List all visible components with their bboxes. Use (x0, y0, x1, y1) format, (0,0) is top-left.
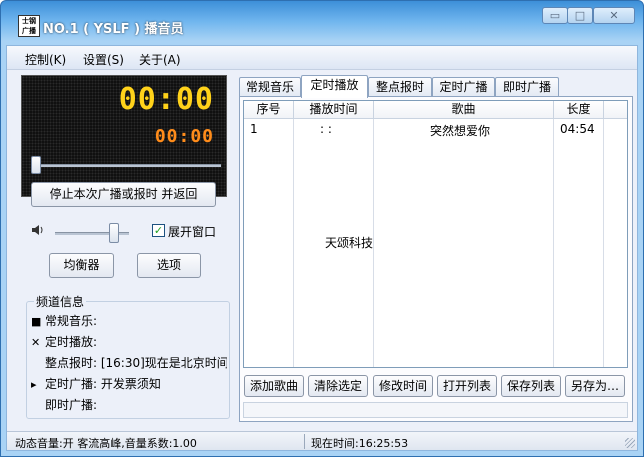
tab-instant-broadcast[interactable]: 即时广播 (495, 77, 559, 97)
tab-hourly-chime[interactable]: 整点报时 (368, 77, 432, 97)
volume-slider-thumb[interactable] (109, 223, 120, 243)
expand-window-label: 展开窗口 (168, 225, 217, 239)
led-main-time: 00:00 (118, 82, 214, 117)
channel-row-instant-broadcast: 即时广播: (45, 398, 98, 412)
status-clock: 现在时间:16:25:53 (311, 437, 409, 450)
resize-grip-icon[interactable] (625, 438, 635, 448)
led-time-display: 00:00 00:00 (21, 75, 227, 197)
led-sub-time: 00:00 (154, 126, 214, 147)
expand-window-checkbox[interactable]: ✓ (152, 224, 165, 237)
row-length: 04:54 (560, 122, 595, 136)
maximize-button[interactable]: □ (567, 7, 593, 24)
window-title: NO.1 ( YSLF ) 播音员 (43, 22, 184, 37)
menu-control[interactable]: 控制(K) (25, 51, 66, 68)
column-header-index[interactable]: 序号 (244, 101, 294, 119)
row-song: 突然想爱你 (430, 124, 491, 138)
schedule-list[interactable]: 序号 播放时间 歌曲 长度 1 : : 突然想爱你 04:54 天颂科技 (243, 100, 628, 368)
status-bar: 动态音量:开 客流高峰,音量系数:1.00 现在时间:16:25:53 (7, 431, 637, 450)
minimize-button[interactable]: ▭ (542, 7, 568, 24)
column-header-time[interactable]: 播放时间 (294, 101, 374, 119)
speaker-icon (32, 225, 43, 235)
menu-bar: 控制(K) 设置(S) 关于(A) (7, 46, 637, 70)
client-area: 控制(K) 设置(S) 关于(A) 00:00 00:00 停止本次广播或报时 … (6, 45, 638, 451)
open-list-button[interactable]: 打开列表 (437, 375, 497, 397)
channel-row-timed-broadcast: ▸ 定时广播: 开发票须知 (31, 377, 161, 391)
row-time: : : (320, 122, 332, 136)
column-header-length[interactable]: 长度 (554, 101, 604, 119)
play-marker-icon: ▸ (31, 378, 37, 391)
channel-info-title: 频道信息 (34, 293, 87, 310)
tab-timed-broadcast[interactable]: 定时广播 (432, 77, 495, 97)
clear-selected-button[interactable]: 清除选定 (308, 375, 368, 397)
cross-marker-icon: ✕ (31, 336, 41, 349)
save-as-button[interactable]: 另存为… (565, 375, 625, 397)
menu-about[interactable]: 关于(A) (139, 51, 181, 68)
modify-time-button[interactable]: 修改时间 (373, 375, 433, 397)
column-header-filler (604, 101, 627, 119)
watermark-text: 天颂科技 (325, 236, 374, 250)
tab-regular-music[interactable]: 常规音乐 (239, 77, 301, 97)
menu-settings[interactable]: 设置(S) (83, 51, 124, 68)
options-button[interactable]: 选项 (137, 253, 201, 278)
channel-row-regular-music: ■ 常规音乐: (31, 314, 98, 328)
tab-timed-play[interactable]: 定时播放 (301, 75, 368, 98)
tab-panel: 序号 播放时间 歌曲 长度 1 : : 突然想爱你 04:54 天颂科技 添加歌… (239, 96, 633, 422)
save-list-button[interactable]: 保存列表 (501, 375, 561, 397)
status-volume: 动态音量:开 客流高峰,音量系数:1.00 (15, 437, 197, 450)
column-header-song[interactable]: 歌曲 (374, 101, 554, 119)
row-index: 1 (250, 122, 258, 136)
app-window: 士钢 广播 NO.1 ( YSLF ) 播音员 ▭ □ ✕ 控制(K) 设置(S)… (0, 0, 644, 457)
equalizer-button[interactable]: 均衡器 (49, 253, 114, 278)
progress-track[interactable] (31, 164, 221, 167)
title-bar[interactable]: 士钢 广播 NO.1 ( YSLF ) 播音员 ▭ □ ✕ (1, 1, 643, 45)
channel-row-timed-play: ✕ 定时播放: (31, 335, 98, 349)
close-button[interactable]: ✕ (593, 7, 635, 24)
square-marker-icon: ■ (31, 315, 42, 328)
app-logo-icon: 士钢 广播 (18, 15, 40, 37)
progress-slider-thumb[interactable] (31, 156, 41, 174)
add-song-button[interactable]: 添加歌曲 (244, 375, 304, 397)
stop-broadcast-button[interactable]: 停止本次广播或报时 并返回 (31, 182, 216, 207)
channel-row-hourly-chime: 整点报时: [16:30]现在是北京时间 (45, 356, 227, 370)
panel-footer (243, 402, 628, 418)
